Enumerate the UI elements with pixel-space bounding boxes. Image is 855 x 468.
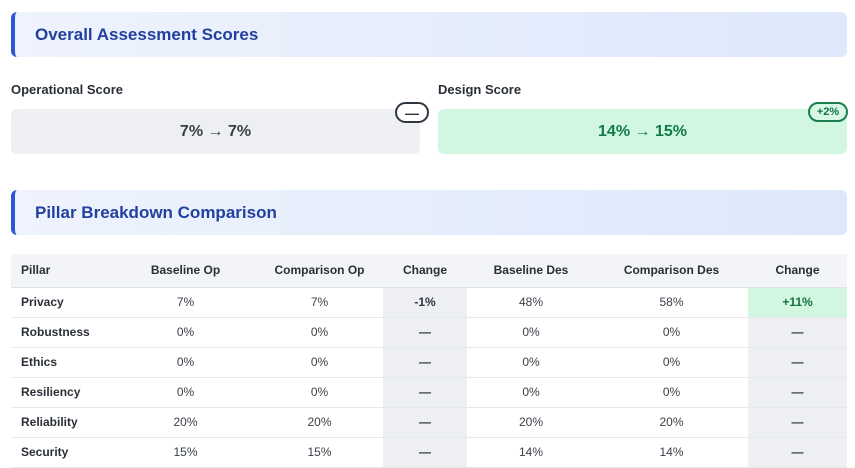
comparison-op-cell: 20% xyxy=(256,407,383,438)
change-op-cell: — xyxy=(383,317,467,348)
comparison-des-cell: 0% xyxy=(595,377,748,408)
change-des-cell: — xyxy=(748,437,847,468)
design-score-value: 14% → 15% xyxy=(598,122,687,140)
comparison-des-cell: 58% xyxy=(595,287,748,318)
header-baseline-des: Baseline Des xyxy=(467,254,595,288)
change-des-cell: — xyxy=(748,347,847,378)
baseline-op-cell: 7% xyxy=(115,287,256,318)
change-op-cell: — xyxy=(383,407,467,438)
baseline-des-cell: 0% xyxy=(467,317,595,348)
change-des-cell: — xyxy=(748,407,847,438)
header-pillar: Pillar xyxy=(11,254,115,288)
baseline-des-cell: 14% xyxy=(467,437,595,468)
change-des-cell: +11% xyxy=(748,287,847,318)
change-op-cell: — xyxy=(383,437,467,468)
comparison-op-cell: 0% xyxy=(256,317,383,348)
pillar-name: Reliability xyxy=(11,407,115,438)
change-des-cell: — xyxy=(748,377,847,408)
baseline-des-cell: 48% xyxy=(467,287,595,318)
pillar-name: Security xyxy=(11,437,115,468)
design-change-badge: +2% xyxy=(808,102,848,122)
comparison-des-cell: 0% xyxy=(595,317,748,348)
pillar-breakdown-header: Pillar Breakdown Comparison xyxy=(11,190,847,235)
baseline-des-cell: 20% xyxy=(467,407,595,438)
table-row: Privacy 7% 7% -1% 48% 58% +11% xyxy=(11,287,847,318)
change-des-cell: — xyxy=(748,317,847,348)
table-row: Ethics 0% 0% — 0% 0% — xyxy=(11,347,847,378)
pillar-comparison-table: Pillar Baseline Op Comparison Op Change … xyxy=(11,254,847,468)
header-baseline-op: Baseline Op xyxy=(115,254,256,288)
operational-score-label: Operational Score xyxy=(11,82,123,97)
header-comparison-op: Comparison Op xyxy=(256,254,383,288)
pillar-breakdown-title: Pillar Breakdown Comparison xyxy=(35,202,277,222)
design-change-badge-text: +2% xyxy=(816,106,840,118)
operational-change-badge-text: — xyxy=(405,104,419,121)
baseline-op-cell: 0% xyxy=(115,347,256,378)
operational-score-card: 7% → 7% xyxy=(11,109,420,154)
baseline-op-cell: 15% xyxy=(115,437,256,468)
table-row: Security 15% 15% — 14% 14% — xyxy=(11,437,847,468)
change-op-cell: — xyxy=(383,347,467,378)
comparison-op-cell: 0% xyxy=(256,377,383,408)
header-change-op: Change xyxy=(383,254,467,288)
table-row: Resiliency 0% 0% — 0% 0% — xyxy=(11,377,847,408)
header-comparison-des: Comparison Des xyxy=(595,254,748,288)
pillar-name: Ethics xyxy=(11,347,115,378)
baseline-op-cell: 20% xyxy=(115,407,256,438)
baseline-des-cell: 0% xyxy=(467,377,595,408)
table-header-row: Pillar Baseline Op Comparison Op Change … xyxy=(11,254,847,288)
comparison-des-cell: 20% xyxy=(595,407,748,438)
header-change-des: Change xyxy=(748,254,847,288)
overall-scores-header: Overall Assessment Scores xyxy=(11,12,847,57)
pillar-name: Privacy xyxy=(11,287,115,318)
operational-score-value: 7% → 7% xyxy=(179,122,252,140)
change-op-cell: — xyxy=(383,377,467,408)
comparison-op-cell: 15% xyxy=(256,437,383,468)
comparison-op-cell: 7% xyxy=(256,287,383,318)
comparison-des-cell: 0% xyxy=(595,347,748,378)
table-row: Robustness 0% 0% — 0% 0% — xyxy=(11,317,847,348)
design-score-card: 14% → 15% xyxy=(438,109,847,154)
baseline-op-cell: 0% xyxy=(115,377,256,408)
baseline-op-cell: 0% xyxy=(115,317,256,348)
change-op-cell: -1% xyxy=(383,287,467,318)
pillar-name: Robustness xyxy=(11,317,115,348)
comparison-op-cell: 0% xyxy=(256,347,383,378)
operational-change-badge: — xyxy=(395,102,429,123)
baseline-des-cell: 0% xyxy=(467,347,595,378)
pillar-name: Resiliency xyxy=(11,377,115,408)
comparison-des-cell: 14% xyxy=(595,437,748,468)
table-row: Reliability 20% 20% — 20% 20% — xyxy=(11,407,847,438)
overall-scores-title: Overall Assessment Scores xyxy=(35,24,259,44)
design-score-label: Design Score xyxy=(438,82,522,97)
